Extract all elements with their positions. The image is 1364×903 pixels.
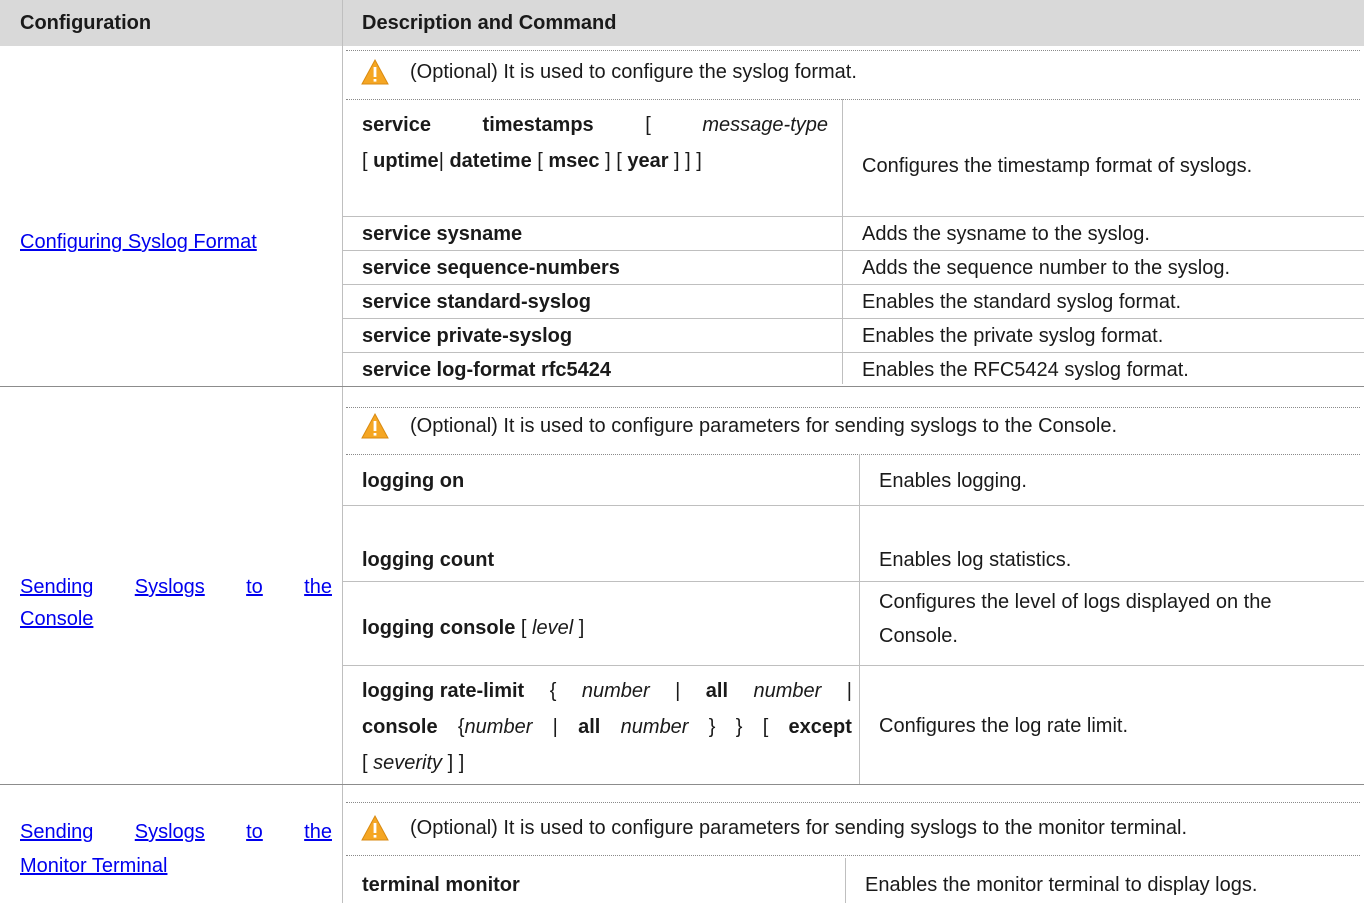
command-cell: service private-syslog bbox=[362, 325, 573, 347]
description-cell: Enables the private syslog format. bbox=[862, 325, 1164, 347]
description-cell: Enables the RFC5424 syslog format. bbox=[862, 359, 1189, 381]
command-cell: service sysname bbox=[362, 223, 523, 245]
description-cell: Enables the monitor terminal to display … bbox=[865, 874, 1258, 896]
command-cell: service sequence-numbers bbox=[362, 257, 620, 279]
command-cell: logging count bbox=[362, 549, 495, 571]
description-cell: Enables logging. bbox=[879, 470, 1027, 492]
warning-icon bbox=[361, 814, 389, 841]
description-cell: Configures the level of logs displayed o… bbox=[879, 591, 1272, 647]
warning-icon bbox=[361, 412, 389, 439]
command-cell: terminal monitor bbox=[362, 874, 520, 896]
description-cell: Configures the timestamp format of syslo… bbox=[862, 155, 1253, 177]
description-cell: Adds the sysname to the syslog. bbox=[862, 223, 1150, 245]
command-cell: service timestamps[message-type [ uptime|… bbox=[362, 114, 828, 172]
command-cell: service standard-syslog bbox=[362, 291, 591, 313]
description-cell: Adds the sequence number to the syslog. bbox=[862, 257, 1231, 279]
description-cell: Configures the log rate limit. bbox=[879, 715, 1129, 737]
link-configuring-syslog-format[interactable]: Configuring Syslog Format bbox=[20, 231, 257, 254]
description-cell: Enables the standard syslog format. bbox=[862, 291, 1182, 313]
description-cell: Enables log statistics. bbox=[879, 549, 1072, 571]
table-header bbox=[0, 0, 1364, 46]
command-cell: service log-format rfc5424 bbox=[362, 359, 612, 381]
link-sending-syslogs-console[interactable]: Sending Syslogs to the Console bbox=[20, 571, 332, 635]
command-cell: logging console [ level ] bbox=[362, 617, 585, 639]
header-description: Description and Command bbox=[362, 12, 617, 34]
section-note: (Optional) It is used to configure param… bbox=[410, 817, 1188, 839]
link-sending-syslogs-monitor[interactable]: Sending Syslogs to the Monitor Terminal bbox=[20, 815, 332, 883]
header-configuration: Configuration bbox=[20, 12, 152, 34]
section-note: (Optional) It is used to configure the s… bbox=[410, 61, 857, 83]
command-cell: logging rate-limit{number | all number | con… bbox=[362, 680, 852, 774]
section-note: (Optional) It is used to configure param… bbox=[410, 415, 1118, 437]
command-cell: logging on bbox=[362, 470, 465, 492]
warning-icon bbox=[361, 58, 389, 85]
